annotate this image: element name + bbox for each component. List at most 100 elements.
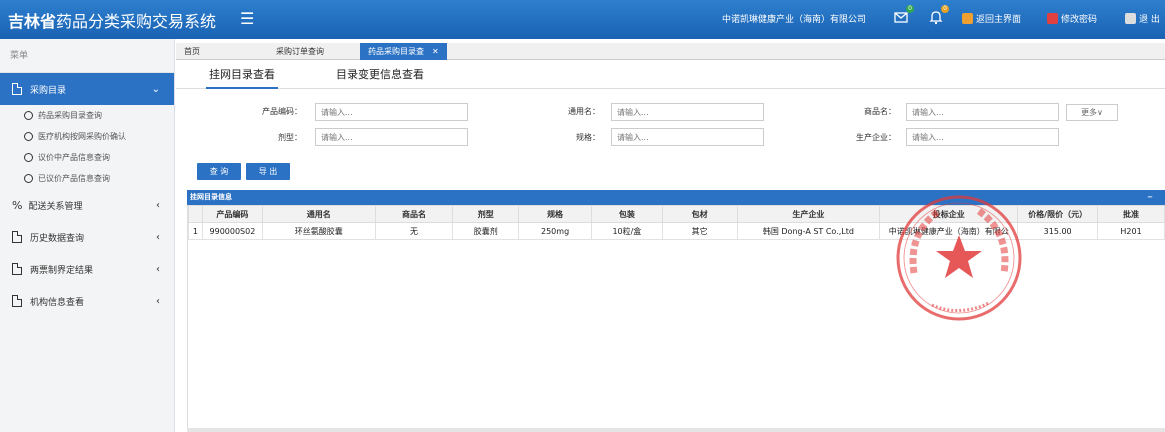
tab-drug-catalog[interactable]: 药品采购目录査 ✕	[360, 43, 447, 60]
sidebar-sub-label: 药品采购目录查询	[38, 111, 102, 120]
sidebar-sub-label: 已议价产品信息查询	[38, 174, 110, 183]
change-password-label: 修改密码	[1061, 15, 1098, 25]
sidebar-section-history[interactable]: 历史数据查询 ‹	[0, 221, 174, 253]
power-icon	[1125, 13, 1136, 24]
column-header[interactable]: 批准	[1097, 205, 1165, 223]
column-header[interactable]: 商品名	[374, 205, 454, 223]
logout-label: 退 出	[1139, 15, 1160, 25]
table-cell: 250mg	[518, 222, 592, 240]
trade-name-input[interactable]	[906, 103, 1059, 121]
generic-name-input[interactable]	[611, 103, 764, 121]
sidebar-sub-item[interactable]: 议价中产品信息查询	[0, 147, 174, 168]
grid-title: 挂网目录信息	[190, 193, 232, 201]
table-header-row: 产品编码 通用名 商品名 剂型 规格 包装 包材 生产企业 投标企业 价格/限价…	[188, 205, 1165, 223]
table-cell: 其它	[661, 222, 738, 240]
subtab-catalog-view[interactable]: 挂网目录查看	[206, 66, 278, 89]
page-tabs: 首页 采购订单查询 药品采购目录査 ✕	[176, 43, 1165, 60]
sidebar-sub-item[interactable]: 医疗机构按网采购价确认	[0, 126, 174, 147]
trade-name-label: 商品名：	[864, 107, 896, 116]
circle-icon	[24, 174, 33, 183]
dosage-form-input[interactable]	[315, 128, 468, 146]
home-link[interactable]: 返回主界面	[962, 12, 1021, 25]
home-label: 返回主界面	[976, 15, 1022, 25]
sidebar-sub-label: 医疗机构按网采购价确认	[38, 132, 126, 141]
top-bar: 吉林省药品分类采购交易系统 ☰ 中诺凯琳健康产业（海南）有限公司 0 0 返回主…	[0, 0, 1165, 39]
home-icon	[962, 13, 973, 24]
sidebar-section-two-invoice[interactable]: 两票制界定结果 ‹	[0, 253, 174, 285]
mail-badge: 0	[906, 5, 914, 13]
chevron-left-icon: ‹	[156, 199, 160, 211]
dosage-form-label: 剂型：	[278, 133, 302, 142]
app-title: 吉林省药品分类采购交易系统	[8, 8, 216, 32]
grid-title-bar: 挂网目录信息 −	[187, 190, 1165, 205]
table-cell: 无	[374, 222, 454, 240]
chevron-left-icon: ‹	[156, 231, 160, 243]
catalog-table: 产品编码 通用名 商品名 剂型 规格 包装 包材 生产企业 投标企业 价格/限价…	[188, 205, 1165, 240]
key-icon	[1047, 13, 1058, 24]
collapse-icon[interactable]: −	[1147, 190, 1153, 205]
column-header[interactable]: 通用名	[261, 205, 376, 223]
table-cell: 315.00	[1017, 222, 1099, 240]
change-password-link[interactable]: 修改密码	[1047, 12, 1097, 25]
export-button[interactable]: 导 出	[246, 163, 290, 180]
table-cell: 1	[188, 222, 203, 240]
column-header[interactable]: 产品编码	[201, 205, 263, 223]
sidebar-sub-item[interactable]: 药品采购目录查询	[0, 105, 174, 126]
horizontal-scrollbar[interactable]	[187, 428, 1165, 432]
circle-icon	[24, 111, 33, 120]
product-code-input[interactable]	[315, 103, 468, 121]
column-header[interactable]: 包材	[661, 205, 738, 223]
app-title-name: 药品分类采购交易系统	[56, 12, 217, 31]
column-header[interactable]: 生产企业	[736, 205, 881, 223]
manufacturer-input[interactable]	[906, 128, 1059, 146]
company-name: 中诺凯琳健康产业（海南）有限公司	[722, 15, 867, 25]
sidebar-section-label: 配送关系管理	[28, 201, 83, 212]
sidebar-sub-label: 议价中产品信息查询	[38, 153, 110, 162]
column-header[interactable]: 规格	[518, 205, 592, 223]
close-icon[interactable]: ✕	[432, 47, 439, 56]
column-header[interactable]: 价格/限价（元）	[1017, 205, 1099, 223]
column-header[interactable]: 投标企业	[879, 205, 1019, 223]
table-cell: 胶囊剂	[452, 222, 520, 240]
menu-toggle-icon[interactable]: ☰	[240, 9, 254, 28]
sidebar-section-label: 历史数据查询	[30, 233, 85, 244]
column-header[interactable]: 剂型	[452, 205, 520, 223]
chevron-left-icon: ‹	[156, 295, 160, 307]
tab-home[interactable]: 首页	[176, 43, 208, 60]
spec-label: 规格：	[576, 133, 600, 142]
sidebar-section-org-info[interactable]: 机构信息查看 ‹	[0, 285, 174, 317]
sub-tabs: 挂网目录查看 目录变更信息查看	[176, 61, 1165, 89]
sidebar-sub-item[interactable]: 已议价产品信息查询	[0, 168, 174, 189]
catalog-grid: 产品编码 通用名 商品名 剂型 规格 包装 包材 生产企业 投标企业 价格/限价…	[187, 205, 1165, 432]
sidebar-section-label: 采购目录	[30, 85, 67, 96]
table-cell: H201	[1097, 222, 1165, 240]
query-button[interactable]: 查 询	[197, 163, 241, 180]
chevron-left-icon: ‹	[156, 263, 160, 275]
table-row[interactable]: 1 990000S02 环丝氨酸胶囊 无 胶囊剂 250mg 10粒/盒 其它 …	[188, 222, 1165, 240]
more-button[interactable]: 更多∨	[1066, 104, 1118, 121]
bell-icon[interactable]: 0	[928, 5, 949, 25]
chevron-down-icon: ⌄	[151, 83, 160, 95]
sidebar-section-catalog[interactable]: 采购目录 ⌄	[0, 73, 174, 105]
subtab-change-log[interactable]: 目录变更信息查看	[336, 66, 424, 87]
circle-icon	[24, 153, 33, 162]
manufacturer-label: 生产企业：	[856, 133, 896, 142]
table-cell: 中诺凯琳健康产业（海南）有限公	[879, 222, 1019, 240]
logout-link[interactable]: 退 出	[1125, 12, 1160, 25]
document-icon	[12, 263, 22, 275]
table-cell: 10粒/盒	[590, 222, 663, 240]
tab-order-query[interactable]: 采购订单查询	[268, 43, 332, 60]
table-cell: 韩国 Dong-A ST Co.,Ltd	[736, 222, 881, 240]
mail-icon[interactable]: 0	[893, 5, 914, 25]
circle-icon	[24, 132, 33, 141]
column-header[interactable]: 包装	[590, 205, 663, 223]
generic-name-label: 通用名：	[568, 107, 600, 116]
link-icon: %	[12, 198, 23, 212]
document-icon	[12, 295, 22, 307]
sidebar-section-label: 机构信息查看	[30, 297, 85, 308]
sidebar-section-delivery[interactable]: % 配送关系管理 ‹	[0, 189, 174, 221]
tab-label: 药品采购目录査	[368, 47, 424, 56]
app-title-region: 吉林省	[8, 12, 57, 31]
product-code-label: 产品编码：	[262, 107, 302, 116]
spec-input[interactable]	[611, 128, 764, 146]
